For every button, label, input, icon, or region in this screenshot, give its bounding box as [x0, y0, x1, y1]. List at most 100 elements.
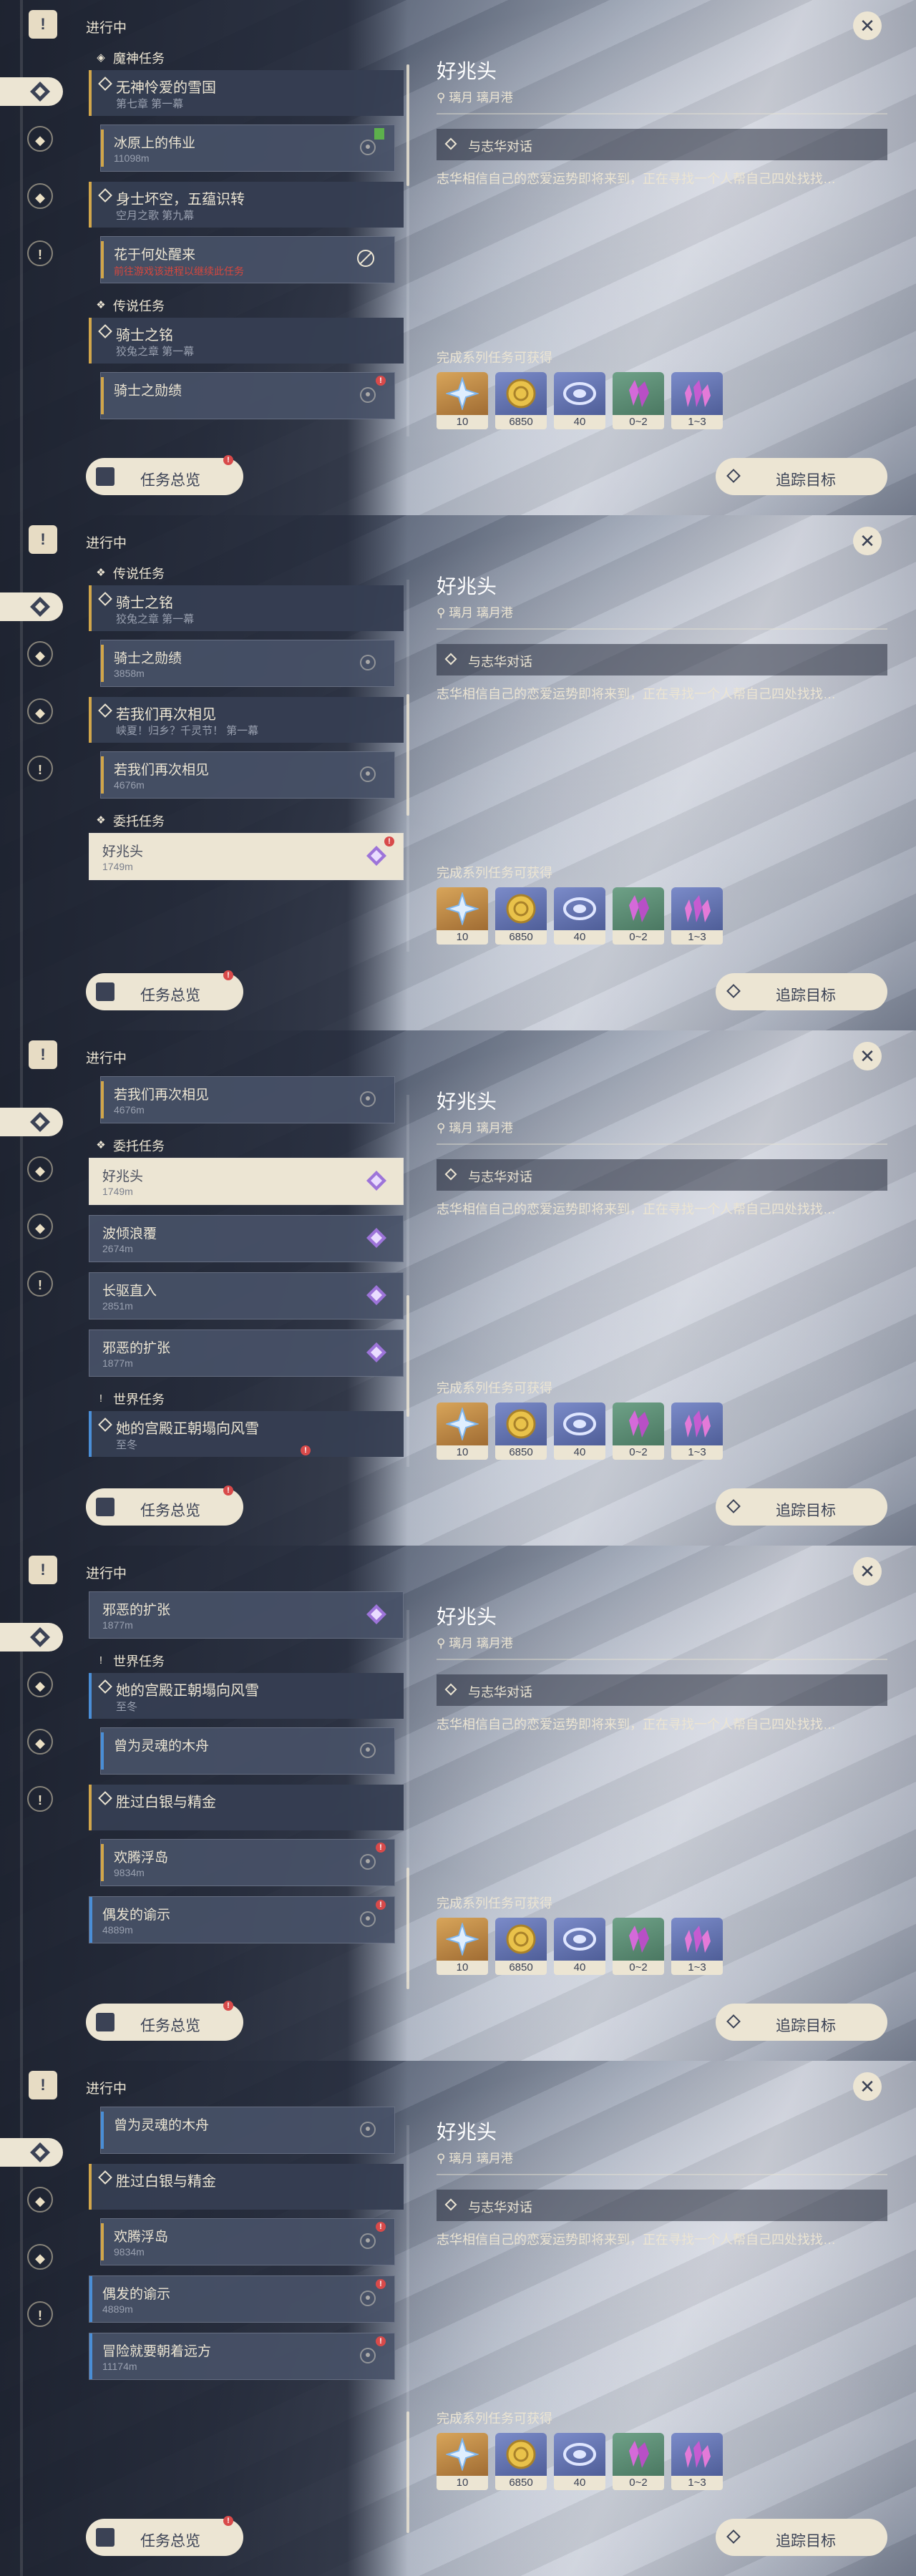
quest-item-selected[interactable]: 好兆头 1749m	[89, 1158, 404, 1205]
archon-quest-tab-icon[interactable]: ◆	[27, 1156, 53, 1182]
location-pin-icon[interactable]	[360, 766, 376, 782]
track-target-button[interactable]: 追踪目标	[716, 1488, 887, 1526]
commission-tab-icon[interactable]: ◆	[27, 1214, 53, 1239]
location-pin-icon[interactable]	[360, 2122, 376, 2137]
nav-tab-all-quests[interactable]	[0, 1617, 72, 1657]
archon-quest-tab-icon[interactable]: ◆	[27, 2187, 53, 2212]
close-button[interactable]: ✕	[853, 1042, 882, 1070]
quest-item[interactable]: 邪恶的扩张 1877m	[89, 1330, 404, 1377]
location-pin-icon[interactable]	[360, 387, 376, 403]
world-quest-tab-icon[interactable]: !	[27, 2301, 53, 2327]
quest-list[interactable]: 若我们再次相见 4676m ❖ 委托任务 好兆头 1749m 波倾浪覆 2674m 长驱直入 28…	[87, 1076, 404, 1477]
quest-book-icon[interactable]: !	[29, 2071, 57, 2099]
quest-chapter-row[interactable]: 她的宫殿正朝塌向风雪 至冬	[89, 1673, 404, 1719]
quest-item[interactable]: 曾为灵魂的木舟	[100, 1727, 395, 1775]
quest-item[interactable]: 偶发的谕示 4889m!	[89, 2275, 395, 2323]
reward-card[interactable]: 0~2	[613, 1402, 664, 1460]
scrollbar-thumb[interactable]	[406, 694, 409, 816]
scrollbar-thumb[interactable]	[406, 2411, 409, 2533]
location-pin-icon[interactable]	[360, 1911, 376, 1927]
quest-book-icon[interactable]: !	[29, 1556, 57, 1584]
track-target-button[interactable]: 追踪目标	[716, 458, 887, 495]
reward-card[interactable]: 6850	[495, 372, 547, 429]
reward-card[interactable]: 6850	[495, 2433, 547, 2490]
quest-list[interactable]: ◈ 魔神任务 无神怜爱的雪国 第七章 第一幕 冰原上的伟业 11098m 身士坏空，五蕴识转…	[87, 46, 404, 447]
track-target-button[interactable]: 追踪目标	[716, 973, 887, 1010]
nav-tab-all-quests[interactable]	[0, 1102, 72, 1142]
quest-item[interactable]: 偶发的谕示 4889m!	[89, 1896, 395, 1943]
quest-item[interactable]: 邪恶的扩张 1877m	[89, 1591, 404, 1639]
nav-tab-all-quests[interactable]	[0, 587, 72, 627]
reward-card[interactable]: 40	[554, 372, 605, 429]
quest-item[interactable]: 冰原上的伟业 11098m	[100, 125, 395, 172]
nav-tab-all-quests[interactable]	[0, 72, 72, 112]
commission-tab-icon[interactable]: ◆	[27, 2244, 53, 2270]
quest-item-selected[interactable]: 好兆头 1749m!	[89, 833, 404, 880]
close-button[interactable]: ✕	[853, 527, 882, 555]
quest-item[interactable]: 长驱直入 2851m	[89, 1272, 404, 1319]
commission-tab-icon[interactable]: ◆	[27, 698, 53, 724]
quest-overview-button[interactable]: 任务总览!	[86, 2001, 243, 2041]
location-pin-icon[interactable]	[360, 1854, 376, 1870]
quest-overview-button[interactable]: 任务总览!	[86, 2516, 243, 2556]
quest-chapter-row[interactable]: 胜过白银与精金	[89, 1785, 404, 1830]
quest-item[interactable]: 骑士之勋绩 3858m	[100, 640, 395, 687]
reward-card[interactable]: 6850	[495, 1402, 547, 1460]
quest-item[interactable]: 冒险就要朝着远方 11174m!	[89, 2333, 395, 2380]
reward-card[interactable]: 1~3	[671, 887, 723, 945]
quest-item[interactable]: 欢腾浮岛 9834m!	[100, 1839, 395, 1886]
quest-chapter-row[interactable]: 若我们再次相见 峡夏！归乡？千灵节！ 第一幕	[89, 697, 404, 743]
world-quest-tab-icon[interactable]: !	[27, 1271, 53, 1297]
reward-card[interactable]: 6850	[495, 887, 547, 945]
quest-chapter-row[interactable]: 身士坏空，五蕴识转 空月之歌 第九幕	[89, 182, 404, 228]
location-pin-icon[interactable]	[360, 2348, 376, 2363]
track-target-button[interactable]: 追踪目标	[716, 2519, 887, 2556]
scrollbar-thumb[interactable]	[406, 1295, 409, 1417]
reward-card[interactable]: 10	[437, 887, 488, 945]
track-target-button[interactable]: 追踪目标	[716, 2004, 887, 2041]
scrollbar-thumb[interactable]	[406, 64, 409, 186]
scrollbar-thumb[interactable]	[406, 1868, 409, 1989]
archon-quest-tab-icon[interactable]: ◆	[27, 641, 53, 667]
close-button[interactable]: ✕	[853, 2072, 882, 2101]
world-quest-tab-icon[interactable]: !	[27, 1786, 53, 1812]
quest-book-icon[interactable]: !	[29, 1040, 57, 1069]
location-pin-icon[interactable]	[360, 1742, 376, 1758]
quest-list[interactable]: ❖ 传说任务 骑士之铭 狡兔之章 第一幕 骑士之勋绩 3858m 若我们再次相见 峡夏！归乡？…	[87, 561, 404, 962]
reward-card[interactable]: 10	[437, 1918, 488, 1975]
quest-overview-button[interactable]: 任务总览!	[86, 970, 243, 1010]
quest-list[interactable]: 曾为灵魂的木舟 胜过白银与精金 欢腾浮岛 9834m! 偶发的谕示 4889m! 冒险就要朝…	[87, 2107, 404, 2507]
quest-book-icon[interactable]: !	[29, 10, 57, 39]
reward-card[interactable]: 10	[437, 2433, 488, 2490]
quest-list-scrollbar[interactable]	[406, 1610, 409, 1989]
quest-item[interactable]: 若我们再次相见 4676m	[100, 751, 395, 799]
location-pin-icon[interactable]	[360, 655, 376, 670]
reward-card[interactable]: 1~3	[671, 372, 723, 429]
quest-chapter-row[interactable]: 她的宫殿正朝塌向风雪 至冬!	[89, 1411, 404, 1457]
reward-card[interactable]: 1~3	[671, 1402, 723, 1460]
quest-list-scrollbar[interactable]	[406, 2125, 409, 2533]
quest-list-scrollbar[interactable]	[406, 64, 409, 436]
reward-card[interactable]: 10	[437, 1402, 488, 1460]
quest-item[interactable]: 若我们再次相见 4676m	[100, 1076, 395, 1123]
nav-tab-all-quests[interactable]	[0, 2132, 72, 2172]
quest-item[interactable]: 曾为灵魂的木舟	[100, 2107, 395, 2154]
reward-card[interactable]: 40	[554, 1402, 605, 1460]
archon-quest-tab-icon[interactable]: ◆	[27, 1672, 53, 1697]
reward-card[interactable]: 40	[554, 887, 605, 945]
quest-item[interactable]: 欢腾浮岛 9834m!	[100, 2218, 395, 2265]
reward-card[interactable]: 0~2	[613, 372, 664, 429]
quest-list[interactable]: 邪恶的扩张 1877m! 世界任务 她的宫殿正朝塌向风雪 至冬 曾为灵魂的木舟 胜过白银与精…	[87, 1591, 404, 1992]
quest-list-scrollbar[interactable]	[406, 1095, 409, 1467]
reward-card[interactable]: 40	[554, 2433, 605, 2490]
quest-item[interactable]: 波倾浪覆 2674m	[89, 1215, 404, 1262]
reward-card[interactable]: 0~2	[613, 887, 664, 945]
quest-chapter-row[interactable]: 骑士之铭 狡兔之章 第一幕	[89, 585, 404, 631]
reward-card[interactable]: 0~2	[613, 2433, 664, 2490]
location-pin-icon[interactable]	[360, 2233, 376, 2249]
reward-card[interactable]: 40	[554, 1918, 605, 1975]
quest-chapter-row[interactable]: 无神怜爱的雪国 第七章 第一幕	[89, 70, 404, 116]
world-quest-tab-icon[interactable]: !	[27, 240, 53, 266]
quest-chapter-row[interactable]: 骑士之铭 狡兔之章 第一幕	[89, 318, 404, 364]
reward-card[interactable]: 10	[437, 372, 488, 429]
